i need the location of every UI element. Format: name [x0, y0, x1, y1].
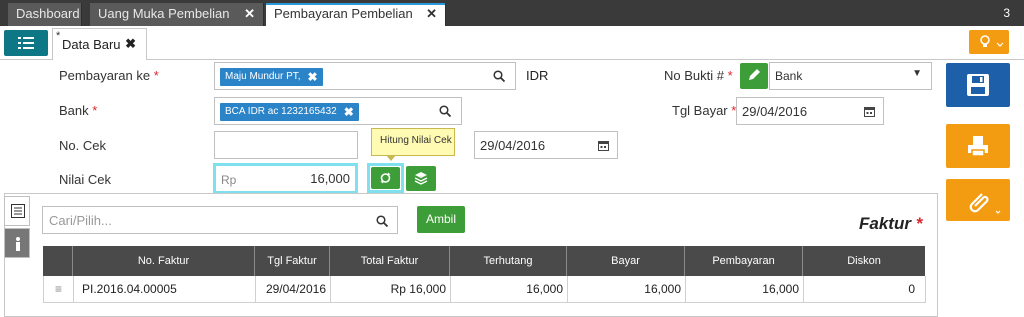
no-bukti-label: No Bukti # *: [664, 68, 733, 83]
tab-count[interactable]: 3: [1003, 6, 1010, 20]
tab-data-baru[interactable]: * Data Baru ✖: [52, 28, 147, 60]
list-view-button[interactable]: [4, 30, 48, 56]
drag-handle-icon[interactable]: ≡: [44, 276, 74, 303]
print-icon: [968, 136, 988, 157]
dropdown-arrow-icon: ▼: [912, 68, 922, 79]
top-tab-bar: Dashboard Uang Muka Pembelian ✕ Pembayara…: [0, 0, 1024, 26]
cell-terhutang: 16,000: [451, 276, 568, 303]
search-icon[interactable]: [493, 70, 505, 82]
modified-mark: *: [56, 30, 61, 42]
print-button[interactable]: [946, 124, 1010, 168]
col-no-faktur[interactable]: No. Faktur: [73, 246, 255, 276]
col-pembayaran[interactable]: Pembayaran: [685, 246, 803, 276]
ambil-button[interactable]: Ambil: [417, 206, 465, 233]
close-icon[interactable]: ✕: [244, 3, 255, 25]
tgl-bayar-field[interactable]: 29/04/2016: [736, 97, 884, 125]
cell-no-faktur: PI.2016.04.00005: [74, 276, 256, 303]
save-icon: [967, 74, 989, 96]
tooltip: Hitung Nilai Cek: [371, 128, 455, 161]
no-cek-label: No. Cek: [59, 138, 106, 153]
tab-list[interactable]: [4, 196, 30, 226]
tab-uang-muka-pembelian[interactable]: Uang Muka Pembelian ✕: [90, 3, 264, 26]
close-icon[interactable]: ✖: [125, 36, 136, 52]
document-list-icon: [11, 204, 25, 218]
remove-chip-icon[interactable]: ✖: [308, 68, 318, 86]
cell-diskon[interactable]: 0: [804, 276, 926, 303]
col-tgl-faktur[interactable]: Tgl Faktur: [255, 246, 330, 276]
col-total-faktur[interactable]: Total Faktur: [330, 246, 450, 276]
invoice-table-header: No. Faktur Tgl Faktur Total Faktur Terhu…: [43, 246, 925, 276]
cell-bayar[interactable]: 16,000: [568, 276, 686, 303]
nilai-cek-label: Nilai Cek: [59, 172, 112, 187]
faktur-title: Faktur *: [859, 214, 923, 233]
calendar-icon[interactable]: [864, 106, 875, 117]
save-button[interactable]: [946, 63, 1010, 107]
tab-pembayaran-pembelian[interactable]: Pembayaran Pembelian ✕: [266, 3, 446, 26]
calculate-button[interactable]: [371, 167, 400, 189]
list-icon: [18, 37, 34, 49]
calendar-icon[interactable]: [598, 140, 609, 151]
pencil-icon: [749, 69, 760, 80]
search-icon[interactable]: [439, 105, 451, 117]
doc-tab-label: Data Baru: [62, 37, 121, 52]
cell-tgl-faktur: 29/04/2016: [256, 276, 331, 303]
nilai-cek-field[interactable]: Rp 16,000: [213, 163, 358, 194]
document-bar: * Data Baru ✖: [0, 26, 1024, 60]
bank-label: Bank *: [59, 103, 98, 118]
lightbulb-icon: [980, 35, 1004, 47]
tab-dashboard[interactable]: Dashboard: [8, 3, 82, 26]
refresh-icon: [380, 172, 391, 184]
bank-chip[interactable]: BCA IDR ac 1232165432 ✖: [220, 103, 359, 121]
info-icon: [16, 237, 20, 251]
panel-tabs: [4, 196, 30, 260]
bank-field[interactable]: BCA IDR ac 1232165432 ✖: [214, 97, 462, 125]
stack-button[interactable]: [406, 166, 436, 191]
no-bukti-select[interactable]: Bank ▼: [769, 62, 932, 90]
no-cek-field[interactable]: [214, 131, 358, 159]
paperclip-icon: [969, 193, 1001, 214]
cek-date-field[interactable]: 29/04/2016: [474, 131, 618, 159]
currency-label: IDR: [526, 68, 549, 83]
table-row[interactable]: ≡ PI.2016.04.00005 29/04/2016 Rp 16,000 …: [43, 276, 926, 303]
col-diskon[interactable]: Diskon: [803, 246, 925, 276]
col-terhutang[interactable]: Terhutang: [450, 246, 567, 276]
close-icon[interactable]: ✕: [426, 3, 437, 25]
cell-pembayaran[interactable]: 16,000: [686, 276, 804, 303]
edit-button[interactable]: [740, 63, 768, 89]
remove-chip-icon[interactable]: ✖: [344, 103, 354, 121]
pembayaran-ke-label: Pembayaran ke *: [59, 68, 159, 83]
pembayaran-ke-field[interactable]: Maju Mundur PT, ✖: [214, 62, 516, 90]
layers-icon: [414, 172, 428, 185]
search-icon[interactable]: [376, 215, 388, 227]
invoice-search-input[interactable]: Cari/Pilih...: [42, 206, 398, 234]
drag-column-header: [43, 246, 73, 276]
tips-button[interactable]: [969, 30, 1009, 54]
cell-total-faktur: Rp 16,000: [331, 276, 451, 303]
tab-label: Uang Muka Pembelian: [98, 6, 230, 21]
attachment-button[interactable]: [946, 179, 1010, 221]
tab-label: Pembayaran Pembelian: [274, 6, 413, 21]
supplier-chip[interactable]: Maju Mundur PT, ✖: [220, 68, 323, 86]
calculate-button-focus: [367, 163, 404, 193]
tgl-bayar-label: Tgl Bayar *: [672, 103, 737, 118]
tab-label: Dashboard: [16, 6, 80, 21]
col-bayar[interactable]: Bayar: [567, 246, 685, 276]
tab-info[interactable]: [4, 228, 30, 258]
